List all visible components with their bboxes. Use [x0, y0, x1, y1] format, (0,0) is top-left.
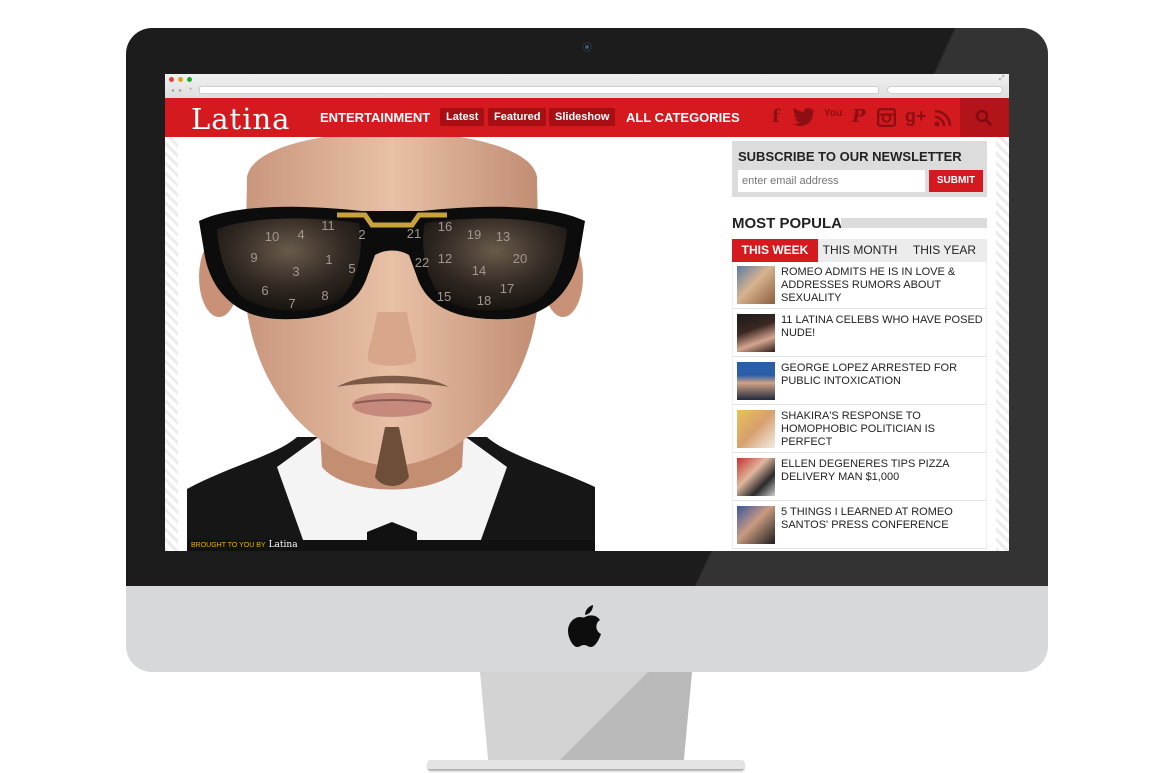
back-arrow-icon[interactable]: ◂ — [171, 87, 174, 94]
nav-pill-latest[interactable]: Latest — [440, 108, 485, 126]
article-thumbnail — [737, 410, 775, 448]
lens-number: 4 — [297, 227, 304, 242]
article-thumbnail — [737, 314, 775, 352]
twitter-icon[interactable] — [793, 108, 815, 126]
nav-pill-featured[interactable]: Featured — [488, 108, 547, 126]
lens-number: 20 — [513, 251, 527, 266]
nav-entertainment[interactable]: ENTERTAINMENT — [320, 110, 430, 125]
article-title[interactable]: SHAKIRA'S RESPONSE TO HOMOPHOBIC POLITIC… — [781, 410, 983, 449]
search-icon — [975, 109, 992, 126]
lens-number: 3 — [292, 264, 299, 279]
youtube-icon[interactable]: You — [822, 109, 844, 119]
newsletter-box: SUBSCRIBE TO OUR NEWSLETTER SUBMIT — [732, 141, 987, 197]
tab-this-month[interactable]: THIS MONTH — [818, 239, 902, 262]
address-bar[interactable] — [199, 86, 879, 94]
section-rule — [841, 218, 987, 228]
lens-number: 9 — [250, 250, 257, 265]
popular-item[interactable]: ELLEN DEGENERES TIPS PIZZA DELIVERY MAN … — [732, 454, 987, 501]
new-tab-icon[interactable]: + — [189, 87, 193, 93]
browser-chrome: ◂ ▸ + ⤢ — [165, 74, 1009, 99]
article-title[interactable]: ELLEN DEGENERES TIPS PIZZA DELIVERY MAN … — [781, 458, 983, 484]
popular-tabs: THIS WEEK THIS MONTH THIS YEAR — [732, 239, 987, 262]
tab-this-week[interactable]: THIS WEEK — [732, 239, 818, 262]
browser-search-field[interactable] — [887, 86, 1003, 94]
sponsor-credit: BROUGHT TO YOU BY Latina — [187, 540, 595, 551]
popular-item[interactable]: GEORGE LOPEZ ARRESTED FOR PUBLIC INTOXIC… — [732, 358, 987, 405]
lens-number: 17 — [500, 281, 514, 296]
lens-number: 13 — [496, 229, 510, 244]
forward-arrow-icon[interactable]: ▸ — [179, 87, 182, 94]
tab-this-year[interactable]: THIS YEAR — [902, 239, 987, 262]
email-field[interactable] — [738, 170, 925, 192]
lens-number: 18 — [477, 293, 491, 308]
fullscreen-icon[interactable]: ⤢ — [999, 75, 1005, 83]
submit-button[interactable]: SUBMIT — [929, 170, 983, 192]
site-search-button[interactable] — [960, 98, 1009, 137]
lens-number: 15 — [437, 289, 451, 304]
article-thumbnail — [737, 362, 775, 400]
site-logo[interactable]: Latina — [191, 102, 290, 136]
article-thumbnail — [737, 266, 775, 304]
newsletter-title: SUBSCRIBE TO OUR NEWSLETTER — [738, 149, 962, 164]
imac-foot — [428, 760, 744, 769]
page-background-pattern-right — [996, 137, 1009, 551]
hero-image[interactable]: 10 4 11 2 9 3 1 5 6 7 8 21 16 19 13 22 1… — [187, 137, 595, 551]
webcam-icon — [582, 42, 592, 52]
popular-item[interactable]: 11 LATINA CELEBS WHO HAVE POSED NUDE! — [732, 310, 987, 357]
lens-number: 22 — [415, 255, 429, 270]
lens-number: 8 — [321, 288, 328, 303]
apple-logo-icon — [568, 605, 601, 647]
article-title[interactable]: GEORGE LOPEZ ARRESTED FOR PUBLIC INTOXIC… — [781, 362, 983, 388]
instagram-icon[interactable] — [877, 108, 896, 127]
close-window-button[interactable] — [169, 77, 174, 82]
lens-number: 1 — [325, 252, 332, 267]
credit-prefix: BROUGHT TO YOU BY — [191, 542, 266, 549]
imac-stand — [480, 672, 692, 764]
lens-number: 2 — [358, 227, 365, 242]
popular-item[interactable]: SHAKIRA'S RESPONSE TO HOMOPHOBIC POLITIC… — [732, 406, 987, 453]
article-title[interactable]: 11 LATINA CELEBS WHO HAVE POSED NUDE! — [781, 314, 983, 340]
page-background-pattern-left — [165, 137, 178, 551]
stand-shadow — [480, 672, 692, 764]
lens-number: 11 — [321, 218, 335, 233]
google-plus-icon[interactable]: g+ — [905, 106, 927, 127]
lens-number: 12 — [438, 251, 452, 266]
lens-number: 5 — [348, 261, 355, 276]
facebook-icon[interactable]: f — [772, 106, 780, 127]
lens-number: 14 — [472, 263, 486, 278]
article-title[interactable]: 5 THINGS I LEARNED AT ROMEO SANTOS' PRES… — [781, 506, 983, 532]
lens-number: 19 — [467, 227, 481, 242]
popular-item[interactable]: 5 THINGS I LEARNED AT ROMEO SANTOS' PRES… — [732, 502, 987, 549]
popular-item[interactable]: ROMEO ADMITS HE IS IN LOVE & ADDRESSES R… — [732, 262, 987, 309]
hero-portrait: 10 4 11 2 9 3 1 5 6 7 8 21 16 19 13 22 1… — [187, 137, 595, 551]
screen: ◂ ▸ + ⤢ Latina ENTERTAINMENT Latest Feat… — [165, 74, 1009, 551]
article-title[interactable]: ROMEO ADMITS HE IS IN LOVE & ADDRESSES R… — [781, 266, 983, 305]
nav-pill-slideshow[interactable]: Slideshow — [549, 108, 616, 126]
pinterest-icon[interactable]: P — [852, 106, 866, 127]
rss-icon[interactable] — [934, 109, 952, 127]
site-header: Latina ENTERTAINMENT Latest Featured Sli… — [165, 98, 1009, 137]
article-thumbnail — [737, 506, 775, 544]
zoom-window-button[interactable] — [187, 77, 192, 82]
lens-number: 7 — [288, 296, 295, 311]
lens-number: 10 — [265, 229, 279, 244]
lens-number: 16 — [438, 219, 452, 234]
credit-logo: Latina — [268, 540, 298, 550]
minimize-window-button[interactable] — [178, 77, 183, 82]
lens-number: 21 — [407, 226, 421, 241]
article-thumbnail — [737, 458, 775, 496]
lens-number: 6 — [261, 283, 268, 298]
nav-all-categories[interactable]: ALL CATEGORIES — [626, 110, 740, 125]
most-popular-title: MOST POPULAR — [732, 215, 853, 232]
